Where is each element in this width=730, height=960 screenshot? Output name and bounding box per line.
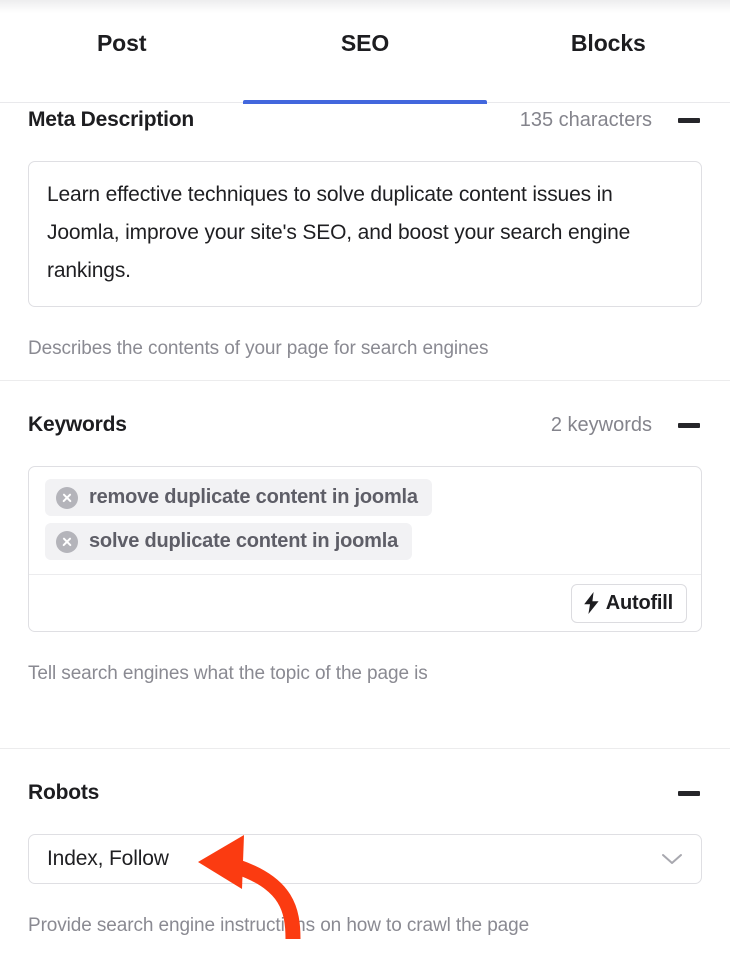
minus-icon <box>678 422 700 428</box>
keyword-chip[interactable]: solve duplicate content in joomla <box>45 523 413 560</box>
robots-section: Robots Index, Follow Provide search engi… <box>0 776 730 937</box>
keywords-input-box[interactable]: remove duplicate content in joomla solve… <box>28 466 702 632</box>
robots-select[interactable]: Index, Follow <box>28 834 702 884</box>
robots-title: Robots <box>28 781 100 804</box>
meta-description-title: Meta Description <box>28 108 194 131</box>
keyword-chip-label: solve duplicate content in joomla <box>89 530 399 552</box>
tab-blocks-label: Blocks <box>570 30 646 56</box>
close-circle-icon[interactable] <box>56 486 78 509</box>
autofill-button[interactable]: Autofill <box>570 583 687 623</box>
panel-tabs: Post SEO Blocks <box>0 14 730 104</box>
section-divider <box>0 380 730 381</box>
keywords-header: Keywords 2 keywords <box>0 408 730 442</box>
meta-description-header: Meta Description 135 characters <box>0 103 730 137</box>
keywords-footer: Autofill <box>29 574 701 631</box>
close-circle-icon[interactable] <box>56 530 78 553</box>
tab-post-label: Post <box>96 30 147 56</box>
tab-seo[interactable]: SEO <box>243 14 487 104</box>
lightning-bolt-icon <box>583 592 599 614</box>
meta-description-help: Describes the contents of your page for … <box>28 338 489 359</box>
tab-seo-label: SEO <box>340 30 390 56</box>
robots-header: Robots <box>0 776 730 810</box>
meta-description-input[interactable]: Learn effective techniques to solve dupl… <box>28 161 702 307</box>
keywords-help: Tell search engines what the topic of th… <box>28 663 428 684</box>
tab-post[interactable]: Post <box>0 14 243 103</box>
keywords-count: 2 keywords <box>550 413 652 436</box>
autofill-button-label: Autofill <box>605 591 673 614</box>
panel-top-shadow <box>0 0 730 14</box>
robots-help: Provide search engine instructions on ho… <box>28 915 530 936</box>
keywords-title: Keywords <box>28 413 127 436</box>
keywords-section: Keywords 2 keywords remove duplicate con… <box>0 408 730 685</box>
section-divider <box>0 748 730 749</box>
keyword-chip[interactable]: remove duplicate content in joomla <box>45 479 432 516</box>
minus-icon <box>678 117 700 123</box>
meta-description-char-count: 135 characters <box>519 108 652 131</box>
keyword-chip-label: remove duplicate content in joomla <box>89 486 418 508</box>
minus-icon <box>678 790 700 796</box>
meta-description-value: Learn effective techniques to solve dupl… <box>47 183 631 282</box>
robots-collapse-icon[interactable] <box>676 780 702 806</box>
keyword-chip-list: remove duplicate content in joomla solve… <box>29 467 701 574</box>
tab-blocks[interactable]: Blocks <box>487 14 730 103</box>
robots-select-value: Index, Follow <box>47 847 169 870</box>
seo-panel: Post SEO Blocks Meta Description 135 cha… <box>0 0 730 960</box>
keywords-collapse-icon[interactable] <box>676 412 702 438</box>
meta-description-collapse-icon[interactable] <box>676 107 702 133</box>
meta-description-section: Meta Description 135 characters Learn ef… <box>0 103 730 360</box>
chevron-down-icon <box>662 854 682 864</box>
